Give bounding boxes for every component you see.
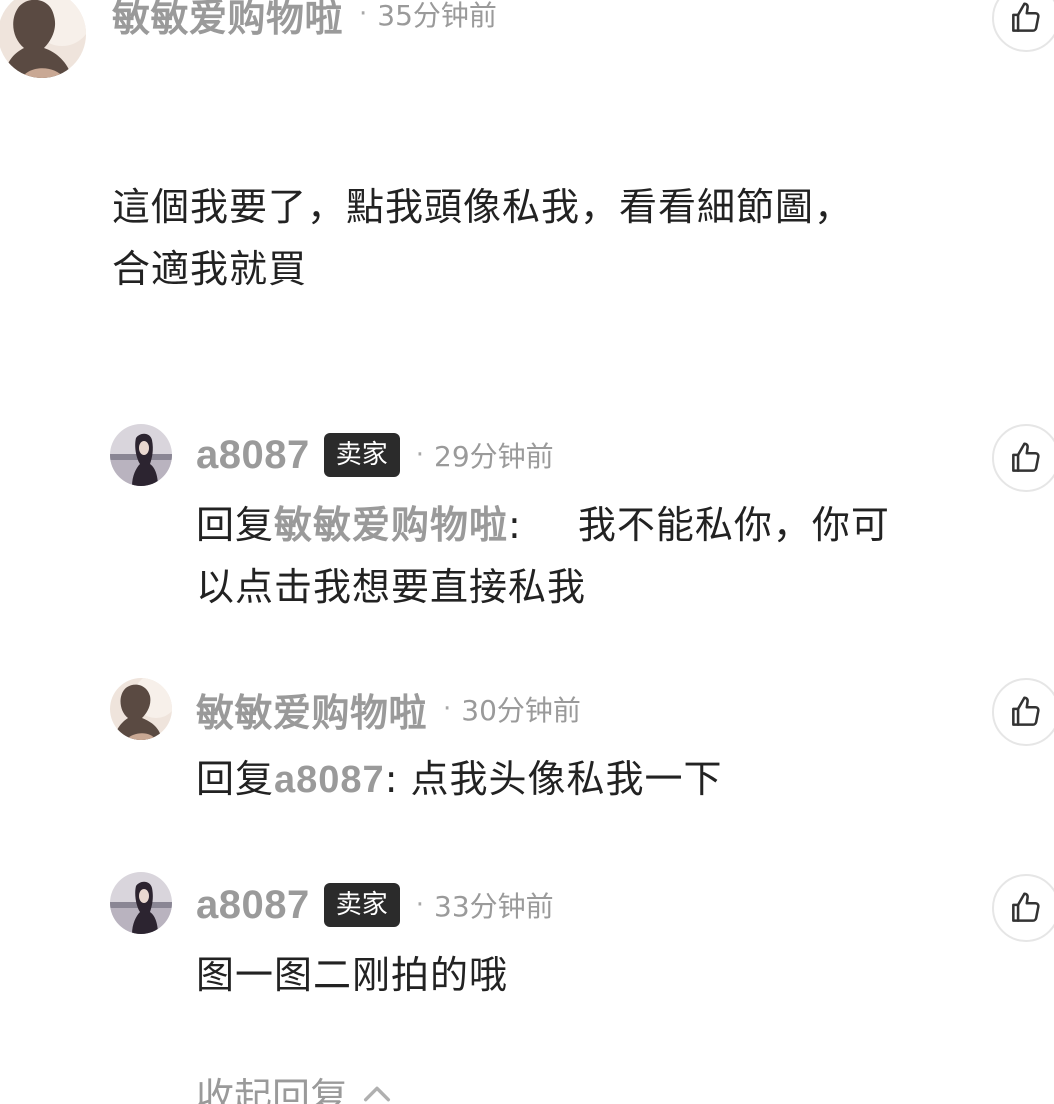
reply-text-line: 以点击我想要直接私我: [196, 565, 587, 609]
thumbs-up-icon: [1012, 892, 1040, 922]
separator-dot: ·: [443, 694, 452, 724]
reply-prefix: 回复: [196, 757, 275, 801]
like-button[interactable]: [992, 678, 1054, 746]
collapse-replies-button[interactable]: 收起回复: [196, 1066, 394, 1104]
reply-text-content: 点我头像私我一下: [410, 757, 723, 801]
chevron-up-icon: [363, 1086, 391, 1101]
reply-text: 回复敏敏爱购物啦: 我不能私你，你可 以点击我想要直接私我: [196, 494, 890, 618]
separator-dot: ·: [359, 0, 368, 29]
comment-text: 這個我要了，點我頭像私我，看看細節圖， 合適我就買: [112, 176, 853, 300]
username[interactable]: a8087: [196, 433, 310, 478]
thumbs-up-icon: [1012, 442, 1040, 472]
reply-text: 回复a8087: 点我头像私我一下: [196, 748, 723, 811]
reply-meta: 敏敏爱购物啦 · 30分钟前: [196, 682, 581, 736]
username[interactable]: a8087: [196, 883, 310, 928]
avatar[interactable]: [0, 0, 86, 78]
seller-badge: 卖家: [323, 433, 400, 477]
timestamp: 33分钟前: [434, 890, 554, 923]
comment-text-line: 這個我要了，點我頭像私我，看看細節圖，: [112, 185, 854, 229]
avatar[interactable]: [110, 872, 172, 934]
timestamp: 29分钟前: [434, 440, 554, 473]
comment-meta: 敏敏爱购物啦 · 35分钟前: [112, 0, 497, 42]
separator-dot: ·: [415, 440, 425, 470]
reply-text: 图一图二刚拍的哦: [196, 944, 508, 1006]
avatar[interactable]: [110, 678, 172, 740]
reply-separator: :: [508, 503, 522, 547]
timestamp: 30分钟前: [461, 694, 581, 727]
reply-meta: a8087 卖家 · 29分钟前: [196, 428, 554, 482]
thumbs-up-icon: [1012, 696, 1040, 726]
comment-thread: 敏敏爱购物啦 · 35分钟前 這個我要了，點我頭像私我，看看細節圖， 合適我就買…: [0, 0, 1054, 1104]
reply-prefix: 回复: [196, 503, 275, 547]
reply-meta: a8087 卖家 · 33分钟前: [196, 878, 554, 932]
like-button[interactable]: [992, 874, 1054, 942]
like-button[interactable]: [992, 0, 1054, 52]
reply-text-line: 回复敏敏爱购物啦: 我不能私你，你可: [196, 494, 890, 556]
timestamp: 35分钟前: [377, 0, 497, 32]
comment-text-line: 合適我就買: [112, 247, 308, 291]
reply-separator: :: [384, 757, 399, 801]
separator-dot: ·: [415, 890, 425, 920]
username[interactable]: 敏敏爱购物啦: [196, 682, 427, 737]
reply-text-content: 我不能私你，你可: [577, 503, 890, 547]
thumbs-up-icon: [1012, 2, 1040, 32]
reply-text-line: 回复a8087: 点我头像私我一下: [196, 748, 723, 811]
like-button[interactable]: [992, 424, 1054, 492]
username[interactable]: 敏敏爱购物啦: [112, 0, 343, 42]
reply-target-username[interactable]: a8087: [274, 759, 385, 801]
avatar[interactable]: [110, 424, 172, 486]
seller-badge: 卖家: [323, 883, 400, 927]
reply-text-line: 图一图二刚拍的哦: [196, 953, 509, 997]
collapse-replies-label: 收起回复: [196, 1075, 349, 1104]
reply-target-username[interactable]: 敏敏爱购物啦: [274, 503, 508, 547]
